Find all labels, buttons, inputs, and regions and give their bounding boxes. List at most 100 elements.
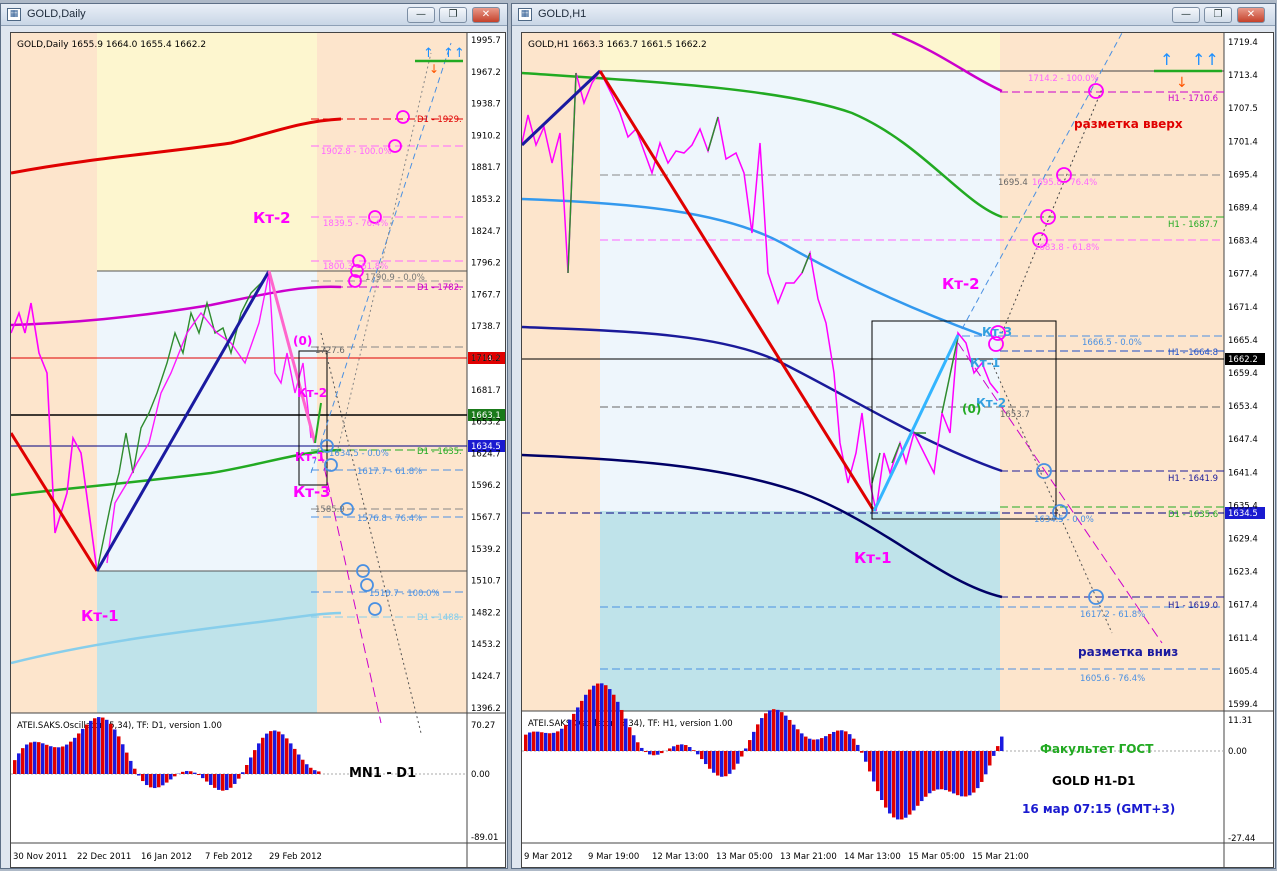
oscillator-bar: [864, 751, 868, 762]
left-chart-window[interactable]: ▦ GOLD,Daily — ❐ ✕ ↑ ↑↑ ↓ D1 - 1929. 190…: [0, 3, 508, 869]
oscillator-bar: [804, 736, 808, 751]
price-tick: 1617.4: [1228, 601, 1258, 611]
minimize-button[interactable]: —: [407, 7, 435, 23]
chart-info: GOLD,Daily 1655.9 1664.0 1655.4 1662.2: [17, 40, 206, 50]
oscillator-bar: [145, 774, 149, 786]
oscillator-bar: [892, 751, 896, 818]
date-tick: 9 Mar 19:00: [588, 852, 639, 862]
level-label: D1 - 1635.: [417, 447, 462, 457]
oscillator-bar: [121, 744, 125, 774]
level-label: 1839.5 - 76.4%: [323, 219, 388, 229]
price-tick: 1695.4: [1228, 170, 1258, 180]
level-label: 1576.8 - 76.4%: [357, 514, 422, 524]
close-button[interactable]: ✕: [472, 7, 500, 23]
oscillator-bar: [173, 774, 177, 777]
minimize-button[interactable]: —: [1172, 7, 1200, 23]
date-tick: 12 Mar 13:00: [652, 852, 709, 862]
date-tick: 15 Mar 21:00: [972, 852, 1029, 862]
oscillator-bar: [149, 774, 153, 788]
price-tick: 1738.7: [471, 322, 501, 332]
restore-button[interactable]: ❐: [439, 7, 467, 23]
price-tick: 1539.2: [471, 545, 501, 555]
faculty-caption: Факультет ГОСТ: [1040, 742, 1154, 756]
oscillator-bar: [181, 771, 185, 774]
price-tick: 1710.2: [471, 354, 501, 364]
oscillator-bar: [988, 751, 992, 766]
oscillator-bar: [696, 751, 700, 755]
oscillator-bar: [964, 751, 968, 797]
oscillator-bar: [125, 752, 129, 774]
date-tick: 15 Mar 05:00: [908, 852, 965, 862]
right-chart-area[interactable]: ↑ ↑↑ ↓ 1714.2 - 100.0% H1 - 1710.6 1695.…: [521, 32, 1274, 868]
oscillator-bar: [704, 751, 708, 765]
kt2-small-label: Кт-2: [297, 386, 327, 400]
oscillator-bar: [309, 767, 313, 774]
oscillator-bar: [708, 751, 712, 769]
oscillator-bar: [249, 757, 253, 774]
price-tick: 1701.4: [1228, 137, 1258, 147]
down-arrow-icon: ↓: [429, 62, 439, 76]
symbol-caption: GOLD H1-D1: [1052, 774, 1136, 788]
right-title-bar[interactable]: ▦ GOLD,H1 — ❐ ✕: [512, 4, 1275, 26]
oscillator-bar: [185, 770, 189, 774]
price-tick: 1596.2: [471, 481, 501, 491]
oscillator-bar: [800, 733, 804, 751]
up-arrow-icon: ↑: [1160, 50, 1173, 69]
oscillator-bar: [760, 718, 764, 751]
price-tick: 1653.2: [471, 418, 501, 428]
oscillator-bar: [133, 768, 137, 774]
oscillator-bar: [257, 743, 261, 774]
price-tick: 1567.7: [471, 513, 501, 523]
price-tick: 1624.7: [471, 449, 501, 459]
oscillator-bar: [648, 751, 652, 755]
oscillator-bar: [169, 774, 173, 780]
price-tick: 1713.4: [1228, 71, 1258, 81]
oscillator-bar: [868, 751, 872, 772]
date-tick: 13 Mar 21:00: [780, 852, 837, 862]
left-chart-area[interactable]: ↑ ↑↑ ↓ D1 - 1929. 1902.8 - 100.0% 1839.5…: [10, 32, 506, 868]
oscillator-bar: [716, 751, 720, 776]
oscillator-bar: [117, 736, 121, 774]
oscillator-bar: [736, 751, 740, 764]
oscillator-bar: [600, 683, 604, 751]
oscillator-bar: [644, 751, 648, 753]
osc-tick: 70.27: [471, 721, 495, 731]
restore-button[interactable]: ❐: [1204, 7, 1232, 23]
oscillator-bar: [241, 772, 245, 774]
oscillator-bar: [1000, 736, 1004, 751]
up-arrow-icon: ↑↑: [1192, 50, 1219, 69]
price-tick: 1881.7: [471, 163, 501, 173]
oscillator-bar: [73, 737, 77, 774]
oscillator-bar: [45, 744, 49, 774]
price-tick: 1453.2: [471, 640, 501, 650]
level-label: 1695.8 - 76.4%: [1032, 178, 1097, 188]
oscillator-bar: [728, 751, 732, 774]
right-chart-window[interactable]: ▦ GOLD,H1 — ❐ ✕ ↑ ↑↑ ↓ 1714.2 - 100.0% H…: [511, 3, 1276, 869]
price-tick: 1689.4: [1228, 204, 1258, 214]
level-label: 1617.2 - 61.8%: [1080, 610, 1145, 620]
kt1-label: Кт-1: [854, 549, 892, 567]
osc-tick: -89.01: [471, 833, 498, 843]
level-label: 1634.5 - 0.0%: [329, 449, 389, 459]
level-label: 1510.7 - 100.0%: [369, 589, 440, 599]
oscillator-bar: [920, 751, 924, 802]
oscillator-bar: [129, 760, 133, 774]
oscillator-bar: [209, 774, 213, 785]
price-tick: 1599.4: [1228, 700, 1258, 710]
oscillator-bar: [57, 747, 61, 774]
oscillator-bar: [237, 774, 241, 779]
left-title-bar[interactable]: ▦ GOLD,Daily — ❐ ✕: [1, 4, 507, 26]
oscillator-bar: [189, 771, 193, 774]
oscillator-bar: [604, 685, 608, 751]
oscillator-bar: [165, 774, 169, 783]
oscillator-bar: [556, 731, 560, 751]
date-tick: 30 Nov 2011: [13, 852, 67, 862]
oscillator-bar: [652, 751, 656, 756]
oscillator-bar: [89, 720, 93, 774]
price-tick: 1995.7: [471, 36, 501, 46]
price-tick: 1677.4: [1228, 270, 1258, 280]
oscillator-bar: [548, 733, 552, 751]
close-button[interactable]: ✕: [1237, 7, 1265, 23]
oscillator-bar: [932, 751, 936, 791]
price-tick: 1681.7: [471, 386, 501, 396]
